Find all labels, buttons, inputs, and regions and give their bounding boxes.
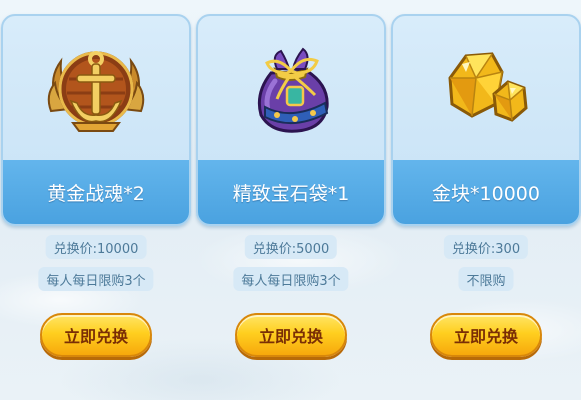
item-icon-area [198, 16, 384, 162]
item-icon-area [3, 16, 189, 162]
item-name: 金块*10000 [393, 160, 579, 224]
exchange-shop: 黄金战魂*2 兑换价:10000 每人每日限购3个 立即兑换 精致宝石袋*1 兑… [0, 0, 581, 400]
shop-item-golden-war-soul: 黄金战魂*2 兑换价:10000 每人每日限购3个 立即兑换 [1, 14, 191, 400]
item-name: 黄金战魂*2 [3, 160, 189, 224]
item-price: 兑换价:300 [443, 235, 529, 259]
item-card[interactable]: 金块*10000 [391, 14, 581, 226]
gem-pouch-icon [241, 37, 341, 141]
item-icon-area [393, 16, 579, 162]
item-name: 精致宝石袋*1 [198, 160, 384, 224]
exchange-button[interactable]: 立即兑换 [430, 313, 542, 357]
item-card[interactable]: 黄金战魂*2 [1, 14, 191, 226]
exchange-button[interactable]: 立即兑换 [40, 313, 152, 357]
item-purchase-limit: 每人每日限购3个 [38, 267, 154, 291]
shop-item-gold-nugget: 金块*10000 兑换价:300 不限购 立即兑换 [391, 14, 581, 400]
golden-anchor-emblem-icon [41, 37, 151, 141]
item-card[interactable]: 精致宝石袋*1 [196, 14, 386, 226]
item-price: 兑换价:10000 [45, 235, 147, 259]
item-purchase-limit: 不限购 [458, 267, 514, 291]
item-price: 兑换价:5000 [244, 235, 338, 259]
gold-nugget-icon [436, 42, 536, 136]
item-purchase-limit: 每人每日限购3个 [233, 267, 349, 291]
shop-item-gem-pouch: 精致宝石袋*1 兑换价:5000 每人每日限购3个 立即兑换 [196, 14, 386, 400]
exchange-button[interactable]: 立即兑换 [235, 313, 347, 357]
